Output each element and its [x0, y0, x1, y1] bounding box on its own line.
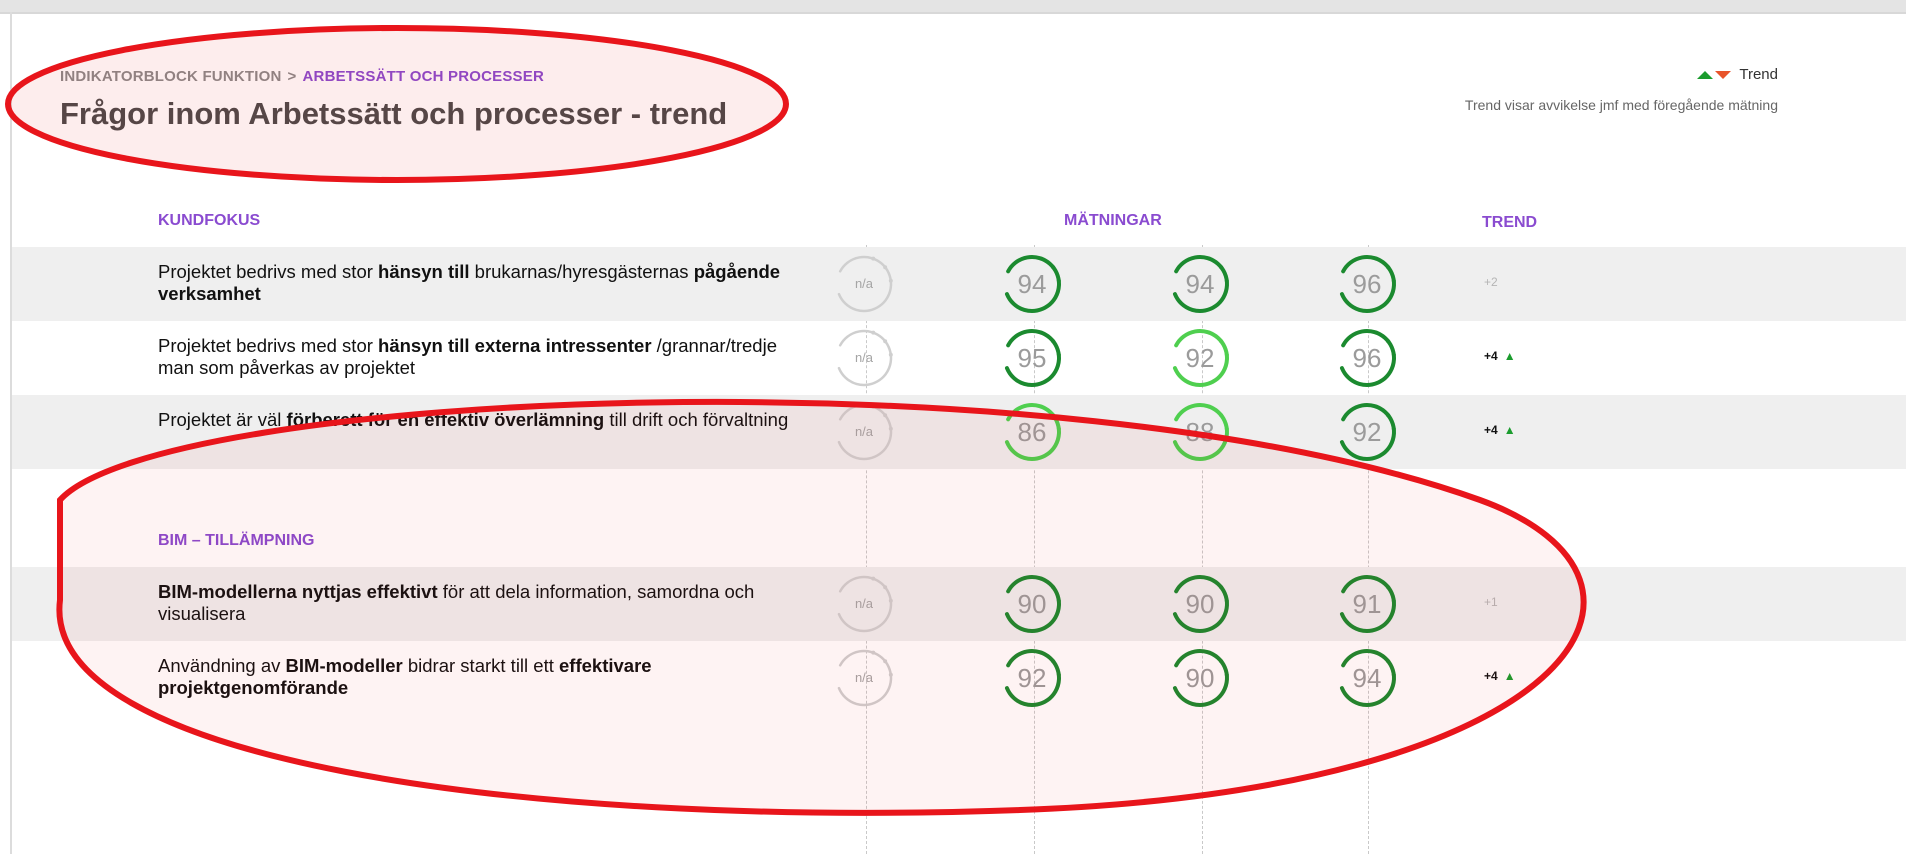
trend-number: +1	[1484, 595, 1498, 609]
score-value: 90	[1185, 589, 1215, 619]
question-text-bold: BIM-modellerna nyttjas effektivt	[158, 581, 438, 602]
trend-value: +4 ▲	[1484, 669, 1516, 683]
score-gauge[interactable]: 92	[1169, 327, 1231, 389]
score-gauge[interactable]: 88	[1169, 401, 1231, 463]
score-gauge[interactable]: 96	[1336, 327, 1398, 389]
legend-label: Trend	[1739, 66, 1778, 83]
question-row: Projektet bedrivs med stor hänsyn till e…	[12, 321, 1906, 395]
trend-value: +1	[1484, 595, 1498, 609]
score-value: 92	[1017, 663, 1047, 693]
score-gauge[interactable]: 94	[1336, 647, 1398, 709]
section-label-kundfokus: KUNDFOKUS	[158, 212, 261, 229]
score-gauge[interactable]: n/a	[833, 401, 895, 463]
question-text-part: bidrar starkt till ett	[402, 655, 559, 676]
question-text-part: Projektet bedrivs med stor	[158, 261, 379, 282]
score-value: 95	[1017, 343, 1047, 373]
question-text: Projektet bedrivs med stor hänsyn till b…	[158, 261, 798, 305]
score-gauge[interactable]: 92	[1336, 401, 1398, 463]
question-text-part: Projektet bedrivs med stor	[158, 335, 379, 356]
score-value: n/a	[854, 350, 874, 365]
trend-number: +4	[1484, 423, 1498, 437]
trend-up-icon: ▲	[1503, 349, 1516, 363]
column-header-trend: TREND	[1482, 214, 1538, 231]
score-gauge[interactable]: 96	[1336, 253, 1398, 315]
score-value: n/a	[854, 596, 874, 611]
breadcrumb-root[interactable]: INDIKATORBLOCK FUNKTION	[60, 68, 282, 85]
question-text-part: brukarnas/hyresgästernas	[469, 261, 694, 282]
score-value: 94	[1352, 663, 1382, 693]
question-text: Projektet bedrivs med stor hänsyn till e…	[158, 335, 798, 379]
question-text-bold: hänsyn till externa intressenter	[378, 335, 652, 356]
score-gauge[interactable]: 86	[1001, 401, 1063, 463]
trend-value: +2	[1484, 275, 1498, 289]
score-value: 96	[1352, 269, 1382, 299]
trend-arrows-icon	[1697, 70, 1732, 79]
question-row: Projektet är väl förberett för en effekt…	[12, 395, 1906, 469]
question-text: Projektet är väl förberett för en effekt…	[158, 409, 798, 431]
score-value: 90	[1017, 589, 1047, 619]
score-value: n/a	[854, 670, 874, 685]
score-gauge[interactable]: 92	[1001, 647, 1063, 709]
score-gauge[interactable]: n/a	[833, 573, 895, 635]
breadcrumb-separator: >	[287, 68, 297, 85]
score-value: 94	[1185, 269, 1215, 299]
breadcrumb: INDIKATORBLOCK FUNKTION > ARBETSSÄTT OCH P…	[60, 68, 544, 85]
legend-note: Trend visar avvikelse jmf med föregående…	[1464, 97, 1778, 113]
trend-value: +4 ▲	[1484, 423, 1516, 437]
question-row: BIM-modellerna nyttjas effektivt för att…	[12, 567, 1906, 641]
trend-up-icon: ▲	[1503, 669, 1516, 683]
score-value: n/a	[854, 424, 874, 439]
trend-value: +4 ▲	[1484, 349, 1516, 363]
trend-number: +2	[1484, 275, 1498, 289]
question-text-part: till drift och förvaltning	[604, 409, 789, 430]
question-row: Projektet bedrivs med stor hänsyn till b…	[12, 247, 1906, 321]
score-gauge[interactable]: 90	[1169, 573, 1231, 635]
trend-number: +4	[1484, 669, 1498, 683]
breadcrumb-current: ARBETSSÄTT OCH PROCESSER	[302, 68, 544, 85]
question-text: Användning av BIM-modeller bidrar starkt…	[158, 655, 798, 699]
score-value: 92	[1185, 343, 1215, 373]
score-gauge[interactable]: 91	[1336, 573, 1398, 635]
score-value: 94	[1017, 269, 1047, 299]
question-text-part: Projektet är väl	[158, 409, 287, 430]
question-text-bold: hänsyn till	[378, 261, 470, 282]
question-text: BIM-modellerna nyttjas effektivt för att…	[158, 581, 798, 625]
score-gauge[interactable]: 95	[1001, 327, 1063, 389]
trend-legend: Trend	[1697, 66, 1778, 83]
score-gauge[interactable]: 90	[1001, 573, 1063, 635]
trend-up-icon: ▲	[1503, 423, 1516, 437]
question-row: Användning av BIM-modeller bidrar starkt…	[12, 641, 1906, 715]
score-gauge[interactable]: n/a	[833, 253, 895, 315]
score-gauge[interactable]: 94	[1169, 253, 1231, 315]
score-value: 86	[1017, 417, 1047, 447]
score-value: n/a	[854, 276, 874, 291]
section-label-bim: BIM – TILLÄMPNING	[158, 532, 315, 549]
question-text-bold: BIM-modeller	[285, 655, 403, 676]
score-gauge[interactable]: 94	[1001, 253, 1063, 315]
top-border	[0, 0, 1906, 14]
page-title: Frågor inom Arbetssätt och processer - t…	[60, 96, 728, 131]
score-value: 90	[1185, 663, 1215, 693]
score-value: 96	[1352, 343, 1382, 373]
column-header-measurements: MÄTNINGAR	[1064, 212, 1162, 229]
score-gauge[interactable]: n/a	[833, 647, 895, 709]
question-text-bold: förberett för en effektiv överlämning	[286, 409, 605, 430]
score-gauge[interactable]: 90	[1169, 647, 1231, 709]
score-value: 88	[1185, 417, 1215, 447]
score-value: 91	[1352, 589, 1382, 619]
score-gauge[interactable]: n/a	[833, 327, 895, 389]
score-value: 92	[1352, 417, 1382, 447]
question-text-part: Användning av	[158, 655, 286, 676]
trend-number: +4	[1484, 349, 1498, 363]
